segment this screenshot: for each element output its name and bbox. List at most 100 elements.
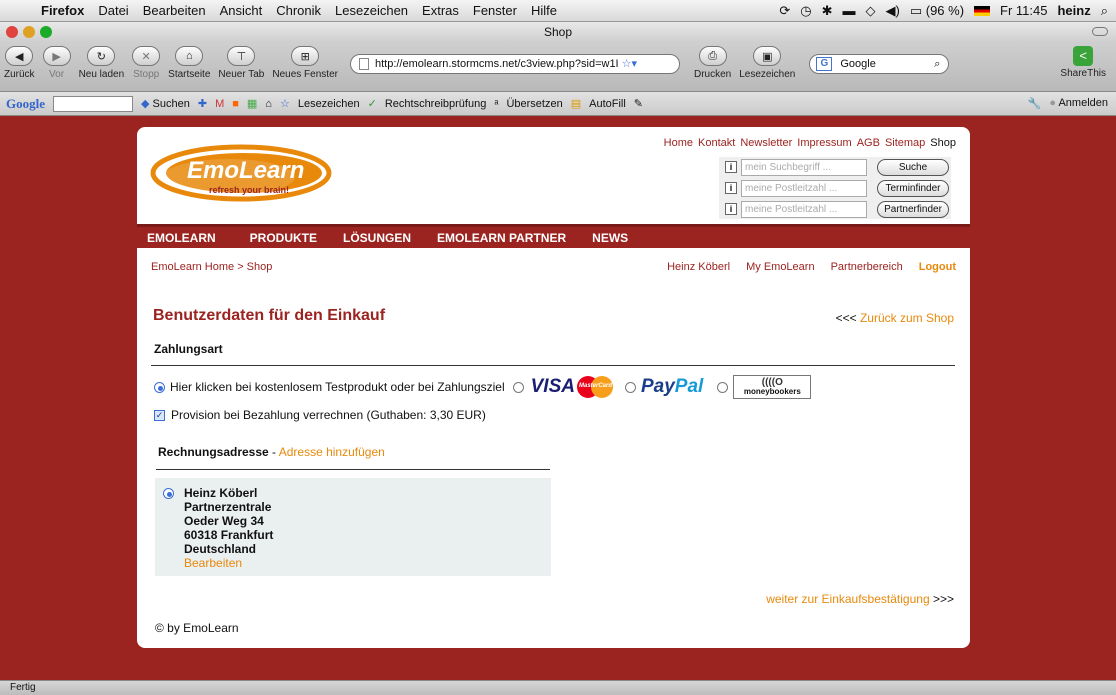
topnav-agb[interactable]: AGB	[857, 137, 880, 149]
suche-button[interactable]: Suche	[877, 158, 949, 176]
info-icon[interactable]: i	[725, 161, 737, 173]
topnav-home[interactable]: Home	[664, 137, 693, 149]
photos-icon[interactable]: ▦	[247, 97, 257, 110]
continue-to-confirmation[interactable]: weiter zur Einkaufsbestätigung >>>	[766, 592, 954, 606]
wifi-icon[interactable]: ◇	[865, 3, 875, 19]
partnerbereich-link[interactable]: Partnerbereich	[831, 261, 903, 273]
topnav-shop[interactable]: Shop	[930, 137, 956, 149]
menu-hilfe[interactable]: Hilfe	[524, 3, 564, 18]
nav-emolearn-partner[interactable]: EMOLEARN PARTNER	[423, 231, 578, 245]
menu-bearbeiten[interactable]: Bearbeiten	[136, 3, 213, 18]
spellcheck-button[interactable]: Rechtschreibprüfung	[385, 98, 487, 110]
breadcrumb[interactable]: EmoLearn Home > Shop	[151, 261, 272, 273]
battery-indicator[interactable]: ▭ (96 %)	[910, 3, 964, 19]
menu-lesezeichen[interactable]: Lesezeichen	[328, 3, 415, 18]
partnerfinder-button[interactable]: Partnerfinder	[877, 200, 949, 218]
provision-checkbox[interactable]: ✓	[154, 409, 165, 421]
back-button[interactable]: ◀ Zurück	[4, 46, 35, 80]
pencil-icon[interactable]: ✎	[634, 97, 643, 110]
moneybookers-logo[interactable]: ((((O moneybookers	[733, 375, 812, 399]
new-tab-button[interactable]: ⊤ Neuer Tab	[218, 46, 264, 80]
print-button[interactable]: ⎙ Drucken	[694, 46, 731, 80]
menu-datei[interactable]: Datei	[91, 3, 135, 18]
translate-button[interactable]: Übersetzen	[506, 98, 562, 110]
payment-radio-free[interactable]	[154, 381, 165, 393]
edit-address-link[interactable]: Bearbeiten	[184, 556, 273, 570]
emolearn-logo[interactable]: EmoLearn refresh your brain!	[149, 141, 339, 205]
stop-button[interactable]: ✕ Stopp	[132, 46, 161, 80]
menubar-user[interactable]: heinz	[1057, 3, 1090, 18]
nav-loesungen[interactable]: LÖSUNGEN	[329, 231, 423, 245]
url-bar[interactable]: http://emolearn.stormcms.net/c3view.php?…	[349, 54, 680, 74]
my-emolearn-link[interactable]: My EmoLearn	[746, 261, 814, 273]
keyword-search-input[interactable]: mein Suchbegriff ...	[741, 158, 867, 176]
google-bookmarks-button[interactable]: Lesezeichen	[298, 98, 360, 110]
home-icon-small[interactable]: ⌂	[265, 98, 272, 110]
termin-postcode-input[interactable]: meine Postleitzahl ...	[741, 179, 867, 197]
topnav-newsletter[interactable]: Newsletter	[740, 137, 792, 149]
terminfinder-button[interactable]: Terminfinder	[877, 179, 949, 197]
info-icon[interactable]: i	[725, 182, 737, 194]
payment-radio-card[interactable]	[512, 381, 524, 393]
german-flag-icon[interactable]	[974, 5, 991, 16]
bookmarks-star-icon[interactable]: ☆	[280, 97, 290, 110]
search-icon[interactable]: ⌕	[934, 55, 940, 73]
back-to-shop[interactable]: <<< Zurück zum Shop	[836, 311, 954, 325]
menu-ansicht[interactable]: Ansicht	[213, 3, 270, 18]
close-window-button[interactable]	[6, 26, 18, 38]
volume-icon[interactable]: ◀)	[885, 3, 899, 19]
payment-radio-moneybookers[interactable]	[717, 381, 729, 393]
menu-extras[interactable]: Extras	[415, 3, 466, 18]
clock-icon[interactable]: ◷	[800, 3, 811, 19]
blogger-icon[interactable]: ■	[232, 98, 239, 110]
sharethis-button[interactable]: < ShareThis	[1060, 46, 1106, 79]
nav-emolearn[interactable]: EMOLEARN	[137, 231, 228, 245]
visa-logo[interactable]: VISA	[531, 376, 575, 398]
mastercard-logo[interactable]: MasterCard	[576, 376, 613, 398]
bookmark-star-icon[interactable]: ☆▾	[619, 58, 637, 70]
google-search-button[interactable]: ◆ Suchen	[141, 97, 190, 110]
minimize-window-button[interactable]	[23, 26, 35, 38]
display-icon[interactable]: ▬	[842, 3, 855, 18]
new-window-button[interactable]: ⊞ Neues Fenster	[272, 46, 338, 80]
google-logo[interactable]: Google	[6, 96, 45, 112]
search-input[interactable]: G Google ⌕	[809, 54, 950, 74]
signin-button[interactable]: ● Anmelden	[1049, 97, 1108, 110]
user-name-link[interactable]: Heinz Köberl	[667, 261, 730, 273]
info-icon[interactable]: i	[725, 203, 737, 215]
topnav-impressum[interactable]: Impressum	[797, 137, 851, 149]
wrench-icon[interactable]: 🔧	[1028, 97, 1042, 110]
zoom-window-button[interactable]	[40, 26, 52, 38]
forward-button[interactable]: ▶ Vor	[42, 46, 71, 80]
address-radio[interactable]	[163, 488, 174, 499]
menu-chronik[interactable]: Chronik	[269, 3, 328, 18]
nav-produkte[interactable]: PRODUKTE	[228, 231, 329, 245]
continue-link[interactable]: weiter zur Einkaufsbestätigung	[766, 592, 929, 606]
home-button[interactable]: ⌂ Startseite	[168, 46, 210, 80]
google-toolbar-search-field[interactable]	[53, 95, 133, 112]
paypal-logo[interactable]: PayPal	[641, 376, 703, 398]
topnav-sitemap[interactable]: Sitemap	[885, 137, 925, 149]
google-plus-icon[interactable]: ✚	[198, 97, 207, 110]
menu-fenster[interactable]: Fenster	[466, 3, 524, 18]
payment-option-free-label[interactable]: Hier klicken bei kostenlosem Testprodukt…	[170, 380, 505, 394]
bluetooth-icon[interactable]: ✱	[822, 3, 833, 19]
nav-news[interactable]: NEWS	[578, 231, 640, 245]
add-address-link[interactable]: Adresse hinzufügen	[279, 445, 385, 459]
reload-button[interactable]: ↻ Neu laden	[79, 46, 124, 80]
spotlight-icon[interactable]: ⌕	[1101, 3, 1108, 19]
bookmarks-button[interactable]: ▣ Lesezeichen	[739, 46, 795, 80]
menu-app-firefox[interactable]: Firefox	[34, 3, 91, 18]
topnav-kontakt[interactable]: Kontakt	[698, 137, 735, 149]
sync-icon[interactable]: ⟳	[779, 3, 790, 19]
autofill-button[interactable]: AutoFill	[589, 98, 626, 110]
provision-label[interactable]: Provision bei Bezahlung verrechnen (Guth…	[171, 408, 486, 422]
gmail-icon[interactable]: M	[215, 98, 224, 110]
payment-radio-paypal[interactable]	[624, 381, 636, 393]
google-search-icon[interactable]: G	[816, 57, 833, 71]
partner-postcode-input[interactable]: meine Postleitzahl ...	[741, 200, 867, 218]
menubar-clock[interactable]: Fr 11:45	[1000, 3, 1047, 18]
logout-link[interactable]: Logout	[919, 261, 956, 273]
toolbar-toggle-button[interactable]	[1092, 27, 1108, 36]
back-to-shop-link[interactable]: Zurück zum Shop	[860, 311, 954, 325]
